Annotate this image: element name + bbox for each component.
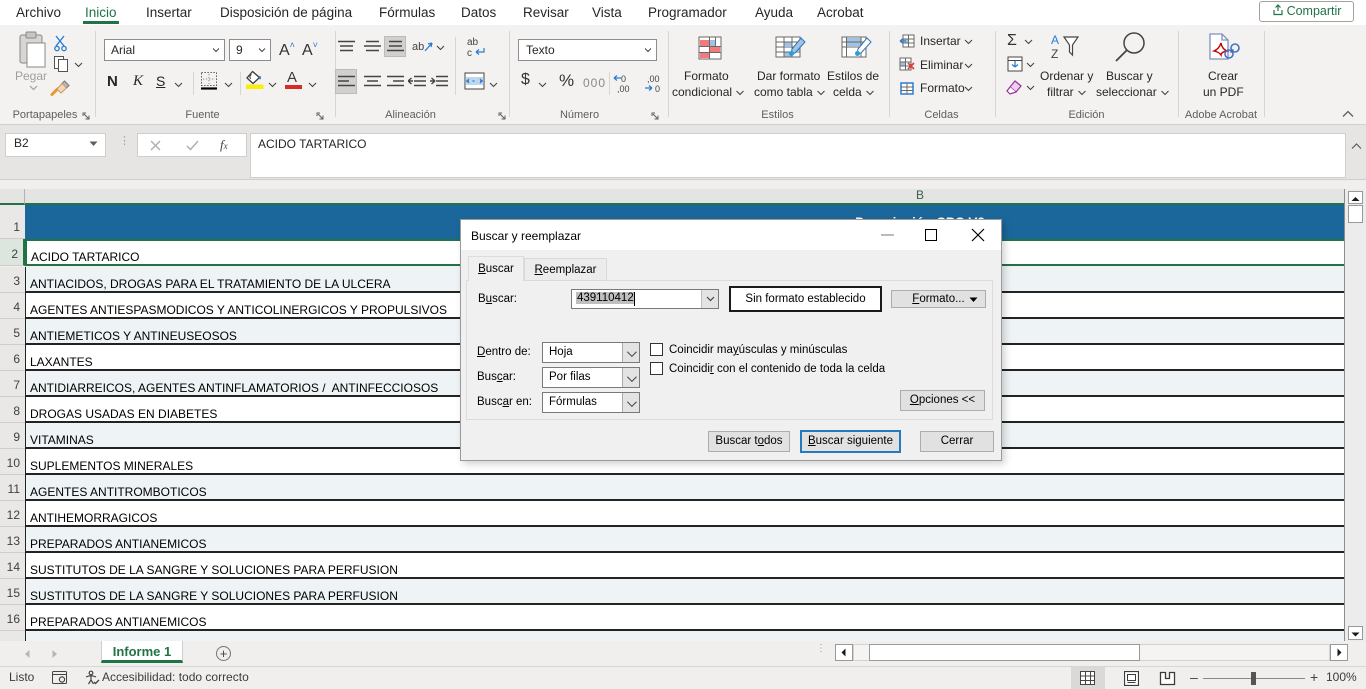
svg-text:,00: ,00 bbox=[617, 84, 630, 93]
svg-text:ab: ab bbox=[412, 41, 424, 53]
svg-text:,00: ,00 bbox=[647, 74, 660, 84]
svg-text:Z: Z bbox=[1051, 47, 1058, 61]
svg-text:c: c bbox=[467, 48, 472, 59]
svg-text:0: 0 bbox=[655, 84, 660, 93]
svg-text:A: A bbox=[1051, 33, 1059, 47]
svg-text:0: 0 bbox=[621, 74, 626, 84]
svg-text:ab: ab bbox=[467, 37, 479, 48]
